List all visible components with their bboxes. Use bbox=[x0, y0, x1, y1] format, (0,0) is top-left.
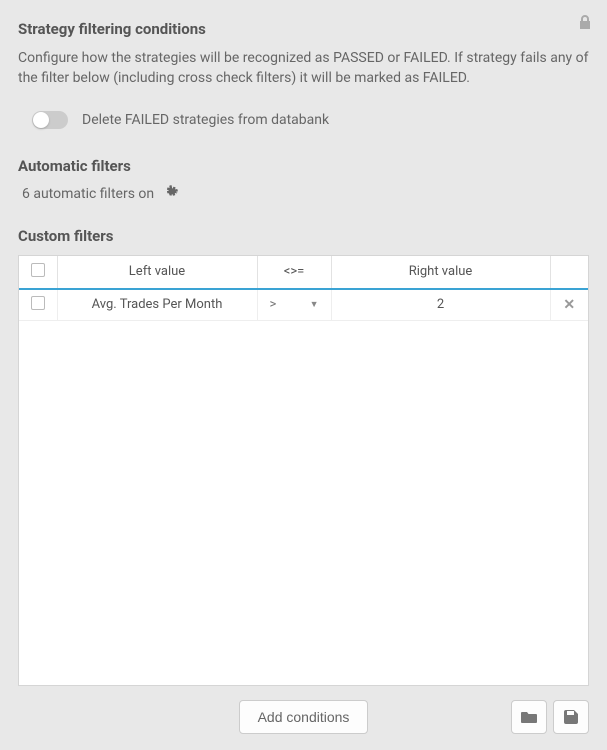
strategy-filtering-panel: Strategy filtering conditions Configure … bbox=[0, 0, 607, 750]
custom-filters-table-wrap: Left value <>= Right value Avg. Trades P… bbox=[18, 255, 589, 734]
custom-filters-table-container: Left value <>= Right value Avg. Trades P… bbox=[18, 255, 589, 686]
chevron-down-icon: ▼ bbox=[310, 299, 319, 310]
footer-right-group bbox=[511, 700, 589, 734]
table-row: Avg. Trades Per Month > ▼ 2 ✕ bbox=[19, 289, 588, 321]
row-right-value[interactable]: 2 bbox=[331, 289, 550, 321]
panel-description: Configure how the strategies will be rec… bbox=[18, 48, 589, 89]
custom-filters-title: Custom filters bbox=[18, 227, 589, 245]
row-checkbox[interactable] bbox=[31, 296, 45, 310]
row-operator-cell[interactable]: > ▼ bbox=[257, 289, 331, 321]
save-button[interactable] bbox=[553, 700, 589, 734]
column-header-delete bbox=[550, 256, 588, 289]
delete-failed-label: Delete FAILED strategies from databank bbox=[82, 112, 329, 128]
select-all-checkbox[interactable] bbox=[31, 263, 45, 277]
table-header-row: Left value <>= Right value bbox=[19, 256, 588, 289]
add-conditions-button[interactable]: Add conditions bbox=[239, 700, 369, 734]
open-folder-button[interactable] bbox=[511, 700, 547, 734]
table-empty-area bbox=[19, 321, 588, 685]
automatic-filters-title: Automatic filters bbox=[18, 157, 589, 175]
automatic-filters-row: 6 automatic filters on bbox=[18, 185, 589, 203]
delete-failed-toggle-row: Delete FAILED strategies from databank bbox=[18, 111, 589, 129]
row-delete-cell: ✕ bbox=[550, 289, 588, 321]
folder-icon bbox=[521, 710, 537, 724]
gear-icon[interactable] bbox=[164, 185, 178, 203]
column-header-operator: <>= bbox=[257, 256, 331, 289]
delete-failed-toggle[interactable] bbox=[32, 111, 68, 129]
lock-icon bbox=[579, 14, 591, 33]
column-header-checkbox bbox=[19, 256, 57, 289]
footer-bar: Add conditions bbox=[18, 686, 589, 734]
column-header-right: Right value bbox=[331, 256, 550, 289]
row-operator: > bbox=[270, 297, 277, 312]
row-checkbox-cell bbox=[19, 289, 57, 321]
close-icon[interactable]: ✕ bbox=[563, 297, 575, 313]
automatic-filters-status: 6 automatic filters on bbox=[22, 186, 154, 202]
custom-filters-table: Left value <>= Right value Avg. Trades P… bbox=[19, 256, 588, 321]
column-header-left: Left value bbox=[57, 256, 257, 289]
save-icon bbox=[564, 710, 578, 724]
toggle-knob bbox=[33, 112, 49, 128]
panel-title: Strategy filtering conditions bbox=[18, 20, 589, 38]
row-left-value[interactable]: Avg. Trades Per Month bbox=[57, 289, 257, 321]
